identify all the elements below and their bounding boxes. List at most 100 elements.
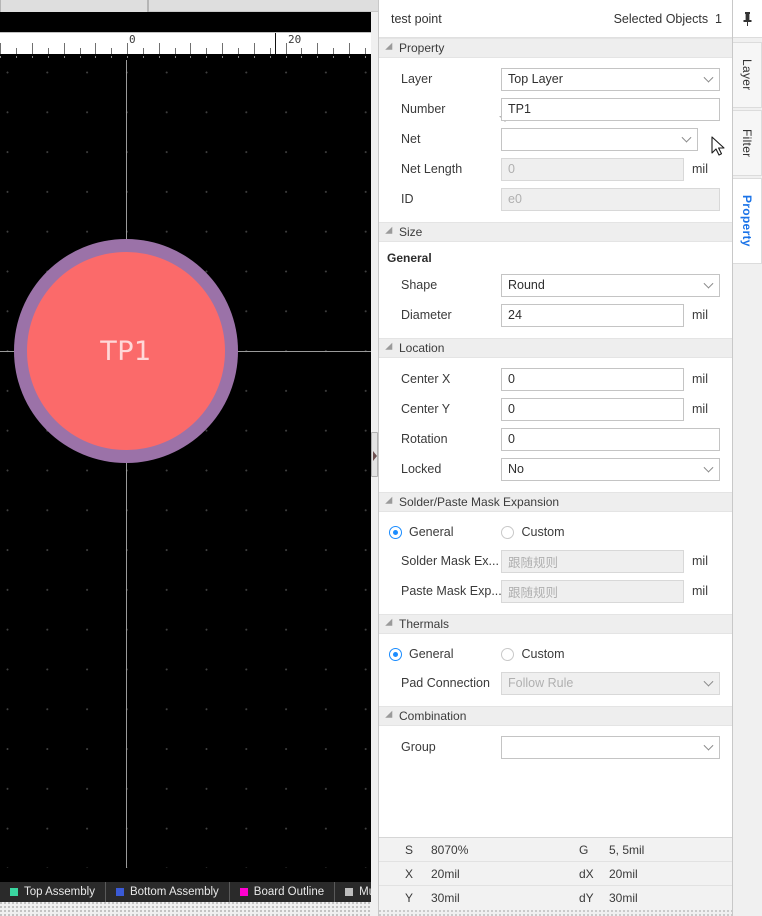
- center-x-value: 0: [508, 372, 515, 386]
- group-select[interactable]: [501, 735, 720, 759]
- row-net: Net: [379, 124, 732, 154]
- section-header-property[interactable]: Property: [379, 38, 732, 58]
- layer-color-swatch: [115, 888, 124, 896]
- locked-select-value: No: [508, 462, 524, 476]
- row-id: ID e0: [379, 184, 732, 214]
- splitter-collapse-handle[interactable]: [371, 432, 378, 477]
- pcb-canvas[interactable]: 0 20 TP1 Top Assembly Bottom Assembly Board…: [0, 12, 378, 916]
- status-value: 20mil: [609, 866, 638, 881]
- tab-property[interactable]: Property: [733, 178, 762, 264]
- layer-color-swatch: [10, 888, 18, 896]
- diameter-input[interactable]: 24: [501, 303, 684, 327]
- net-length-placeholder: 0: [508, 162, 515, 176]
- label-number: Number: [401, 102, 446, 116]
- collapse-triangle-icon: [385, 618, 396, 630]
- section-title-combination: Combination: [399, 709, 467, 723]
- thermals-radio-general[interactable]: General: [389, 647, 453, 661]
- layer-color-swatch: [345, 888, 354, 896]
- label-locked: Locked: [401, 462, 442, 476]
- thermals-radio-general-label: General: [409, 647, 454, 661]
- row-rotation: Rotation 0: [379, 424, 732, 454]
- layer-chip-board-outline[interactable]: Board Outline: [230, 882, 336, 902]
- ruler-tick: [253, 43, 255, 54]
- ruler-label: 0: [129, 33, 136, 46]
- pcb-drawing-surface[interactable]: TP1: [0, 60, 372, 868]
- number-input[interactable]: TP1: [501, 97, 720, 121]
- ruler-tick: [31, 43, 33, 54]
- id-placeholder: e0: [508, 192, 522, 206]
- radio-unselected-icon: [501, 525, 515, 539]
- property-panel-body[interactable]: Property Layer Top Layer Number TP1 Net …: [379, 38, 732, 837]
- label-net-length: Net Length: [401, 162, 463, 176]
- layer-chip-mu[interactable]: Mu: [335, 882, 372, 902]
- unit-diameter: mil: [692, 308, 708, 322]
- row-layer: Layer Top Layer: [379, 64, 732, 94]
- pin-panel-button[interactable]: [733, 0, 762, 38]
- horizontal-ruler[interactable]: 0 20: [0, 32, 372, 54]
- ruler-tick: [158, 43, 160, 54]
- solder-mask-input: 跟随规则: [501, 549, 684, 573]
- status-cell-left: X 20mil: [379, 867, 569, 881]
- selected-objects-status: Selected Objects 1: [614, 12, 722, 26]
- panel-splitter[interactable]: [371, 12, 378, 916]
- section-header-combination[interactable]: Combination: [379, 706, 732, 726]
- size-subhead-general: General: [387, 251, 432, 265]
- ruler-band-tick: [348, 56, 350, 58]
- label-solder-mask: Solder Mask Ex...: [401, 554, 499, 568]
- layer-chip-label: Top Assembly: [24, 886, 95, 898]
- grid-dots: [0, 60, 372, 868]
- ruler-band-tick: [237, 56, 239, 58]
- layer-chip-bottom-assembly[interactable]: Bottom Assembly: [106, 882, 230, 902]
- mask-radio-custom[interactable]: Custom: [501, 525, 565, 539]
- radio-selected-icon: [389, 647, 402, 661]
- unit-center-x: mil: [692, 372, 708, 386]
- status-row: S 8070% G 5, 5mil: [379, 838, 732, 862]
- pcb-editor-window: 0 20 TP1 Top Assembly Bottom Assembly Board…: [0, 0, 762, 916]
- shape-select[interactable]: Round: [501, 273, 720, 297]
- net-select[interactable]: [501, 127, 698, 151]
- section-header-location[interactable]: Location: [379, 338, 732, 358]
- tab-layer[interactable]: Layer: [733, 42, 762, 108]
- document-tab[interactable]: [0, 0, 148, 12]
- locked-select[interactable]: No: [501, 457, 720, 481]
- rotation-input[interactable]: 0: [501, 427, 720, 451]
- status-row: X 20mil dX 20mil: [379, 862, 732, 886]
- pad-connection-select: Follow Rule: [501, 671, 720, 695]
- test-point-pad[interactable]: TP1: [14, 239, 238, 463]
- property-panel: test point Selected Objects 1 Property L…: [378, 0, 732, 916]
- layer-legend-bar[interactable]: Top Assembly Bottom Assembly Board Outline…: [0, 882, 372, 902]
- mask-radio-general-label: General: [409, 525, 454, 539]
- layer-chip-label: Bottom Assembly: [129, 886, 219, 898]
- ruler-band-tick: [63, 56, 65, 58]
- selected-objects-count: 1: [715, 11, 722, 26]
- center-y-value: 0: [508, 402, 515, 416]
- solder-mask-placeholder: 跟随规则: [508, 555, 559, 570]
- layer-chip-top-assembly[interactable]: Top Assembly: [0, 882, 106, 902]
- label-group: Group: [401, 740, 436, 754]
- status-key: dX: [579, 866, 594, 881]
- thermals-radio-custom[interactable]: Custom: [501, 647, 565, 661]
- section-header-thermals[interactable]: Thermals: [379, 614, 732, 634]
- row-solder-mask: Solder Mask Ex... 跟随规则 mil: [379, 546, 732, 576]
- section-body-location: Center X 0 mil Center Y 0 mil Rotation 0…: [379, 358, 732, 492]
- ruler-band-tick: [269, 56, 271, 58]
- status-cell-right: G 5, 5mil: [569, 843, 732, 857]
- section-header-size[interactable]: Size: [379, 222, 732, 242]
- ruler-band-tick: [190, 56, 192, 58]
- center-x-input[interactable]: 0: [501, 367, 684, 391]
- ruler-tick: [0, 43, 2, 54]
- row-center-x: Center X 0 mil: [379, 364, 732, 394]
- mask-radio-general[interactable]: General: [389, 525, 453, 539]
- label-diameter: Diameter: [401, 308, 452, 322]
- ruler-band-tick: [127, 56, 128, 58]
- ruler-band-tick: [301, 56, 303, 58]
- unit-center-y: mil: [692, 402, 708, 416]
- center-y-input[interactable]: 0: [501, 397, 684, 421]
- ruler-band-tick: [364, 56, 366, 58]
- label-layer: Layer: [401, 72, 433, 86]
- section-header-mask[interactable]: Solder/Paste Mask Expansion: [379, 492, 732, 512]
- tab-filter[interactable]: Filter: [733, 110, 762, 176]
- ruler-tick: [317, 43, 319, 54]
- section-body-thermals: General Custom Pad Connection Follow Rul…: [379, 634, 732, 706]
- layer-select[interactable]: Top Layer: [501, 67, 720, 91]
